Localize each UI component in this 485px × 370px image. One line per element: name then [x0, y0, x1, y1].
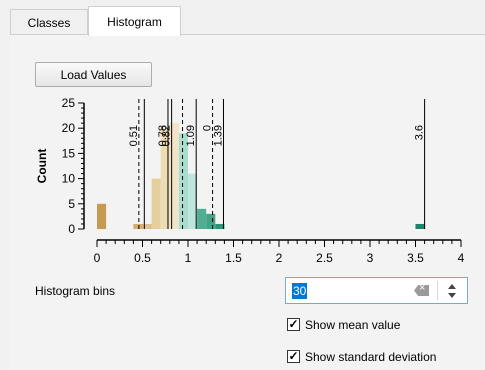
show-mean-checkbox[interactable]: ✓	[287, 318, 300, 331]
load-values-label: Load Values	[60, 67, 127, 82]
tab-classes[interactable]: Classes	[10, 9, 88, 35]
y-tick-label: 10	[62, 172, 76, 186]
tab-histogram[interactable]: Histogram	[88, 6, 181, 36]
show-std-checkbox[interactable]: ✓	[287, 350, 300, 363]
marker-label: 0.82	[161, 125, 173, 146]
marker-label: 1.39	[212, 125, 224, 146]
spin-arrows[interactable]	[441, 281, 463, 301]
histogram-chart: 0510152025Count0.780.82 1.09 1.39 3.60.51 00…	[35, 96, 465, 265]
spin-down-icon[interactable]	[448, 293, 456, 298]
histogram-bins-value[interactable]: 30	[292, 283, 308, 299]
histogram-bins-spinbox[interactable]: 30	[285, 277, 468, 304]
y-tick-label: 20	[62, 121, 76, 135]
histogram-bar	[151, 178, 161, 229]
x-tick-label: 3	[367, 251, 374, 265]
x-tick-label: 0	[94, 251, 101, 265]
histogram-bar	[415, 223, 425, 229]
histogram-bar	[197, 208, 207, 229]
spin-up-icon[interactable]	[448, 284, 456, 289]
histogram-bins-label: Histogram bins	[35, 284, 116, 298]
y-tick-label: 5	[68, 197, 75, 211]
x-tick-label: 4	[458, 251, 465, 265]
tab-histogram-label: Histogram	[107, 14, 162, 29]
spinbox-separator	[437, 281, 438, 300]
histogram-bar	[133, 223, 143, 229]
marker-label: 0.51	[128, 125, 140, 146]
tab-classes-label: Classes	[27, 15, 71, 30]
show-std-label: Show standard deviation	[305, 350, 437, 364]
x-tick-label: 3.5	[407, 251, 424, 265]
y-tick-label: 15	[62, 146, 76, 160]
x-tick-label: 1	[185, 251, 192, 265]
clear-icon[interactable]	[414, 285, 429, 296]
marker-label: 0	[202, 125, 214, 131]
y-axis-label: Count	[35, 149, 49, 184]
y-tick-label: 25	[62, 96, 76, 110]
x-tick-label: 2	[276, 251, 283, 265]
marker-label: 3.6	[414, 125, 426, 140]
histogram-bar	[206, 213, 216, 229]
tab-bar: Classes Histogram	[0, 0, 485, 36]
marker-label: 1.09	[185, 125, 197, 146]
show-mean-label: Show mean value	[305, 318, 401, 332]
y-tick-label: 0	[68, 222, 75, 236]
histogram-bar	[178, 133, 188, 229]
x-tick-label: 2.5	[316, 251, 333, 265]
x-tick-label: 0.5	[134, 251, 151, 265]
histogram-bar	[97, 203, 107, 229]
x-tick-label: 1.5	[225, 251, 242, 265]
load-values-button[interactable]: Load Values	[35, 62, 152, 87]
